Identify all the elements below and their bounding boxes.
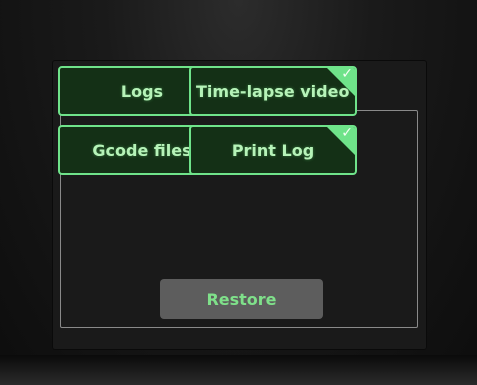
- device-bezel-bottom: [0, 355, 477, 385]
- option-print-log[interactable]: Print Log ✓: [189, 125, 357, 175]
- check-icon: ✓: [341, 66, 353, 82]
- option-time-lapse-video[interactable]: Time-lapse video ✓: [189, 66, 357, 116]
- restore-button[interactable]: Restore: [160, 279, 323, 319]
- check-icon: ✓: [341, 125, 353, 141]
